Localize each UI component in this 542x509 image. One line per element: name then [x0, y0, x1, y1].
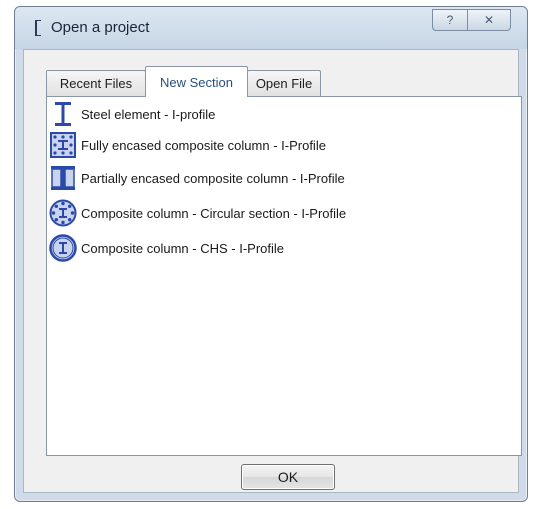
chs-section-icon: [49, 234, 77, 262]
i-beam-icon: [49, 100, 77, 128]
partially-encased-section-icon: [49, 164, 77, 192]
circular-section-icon: [49, 199, 77, 227]
list-item-label: Partially encased composite column - I-P…: [81, 170, 345, 186]
app-icon: [35, 20, 41, 36]
list-item-label: Composite column - Circular section - I-…: [81, 205, 347, 221]
list-item-label: Steel element - I-profile: [81, 106, 216, 122]
list-item-fully-encased[interactable]: Fully encased composite column - I-Profi…: [49, 130, 489, 160]
tab-new-section[interactable]: New Section: [145, 66, 248, 97]
close-icon: ✕: [483, 13, 495, 27]
fully-encased-section-icon: [49, 131, 77, 159]
list-item-partially-encased[interactable]: Partially encased composite column - I-P…: [49, 163, 489, 193]
list-item-chs[interactable]: Composite column - CHS - I-Profile: [49, 233, 489, 263]
list-item-label: Composite column - CHS - I-Profile: [81, 240, 284, 256]
window-title: Open a project: [51, 19, 150, 36]
help-icon: ?: [446, 13, 454, 27]
list-item-label: Fully encased composite column - I-Profi…: [81, 137, 326, 153]
close-button[interactable]: ✕: [467, 9, 511, 31]
dialog-body: Recent Files New Section Open File Steel…: [23, 49, 522, 493]
tab-open-file[interactable]: Open File: [247, 70, 321, 96]
help-button[interactable]: ?: [432, 9, 468, 31]
title-bar[interactable]: Open a project ? ✕: [15, 7, 527, 49]
list-item-circular-section[interactable]: Composite column - Circular section - I-…: [49, 198, 489, 228]
ok-button[interactable]: OK: [241, 464, 335, 490]
section-list-panel: Steel element - I-profile Fully encased …: [46, 96, 522, 456]
list-item-steel-element[interactable]: Steel element - I-profile: [49, 99, 489, 129]
dialog-window: Open a project ? ✕ Recent Files New Sect…: [14, 6, 528, 502]
tab-recent-files[interactable]: Recent Files: [46, 70, 146, 96]
